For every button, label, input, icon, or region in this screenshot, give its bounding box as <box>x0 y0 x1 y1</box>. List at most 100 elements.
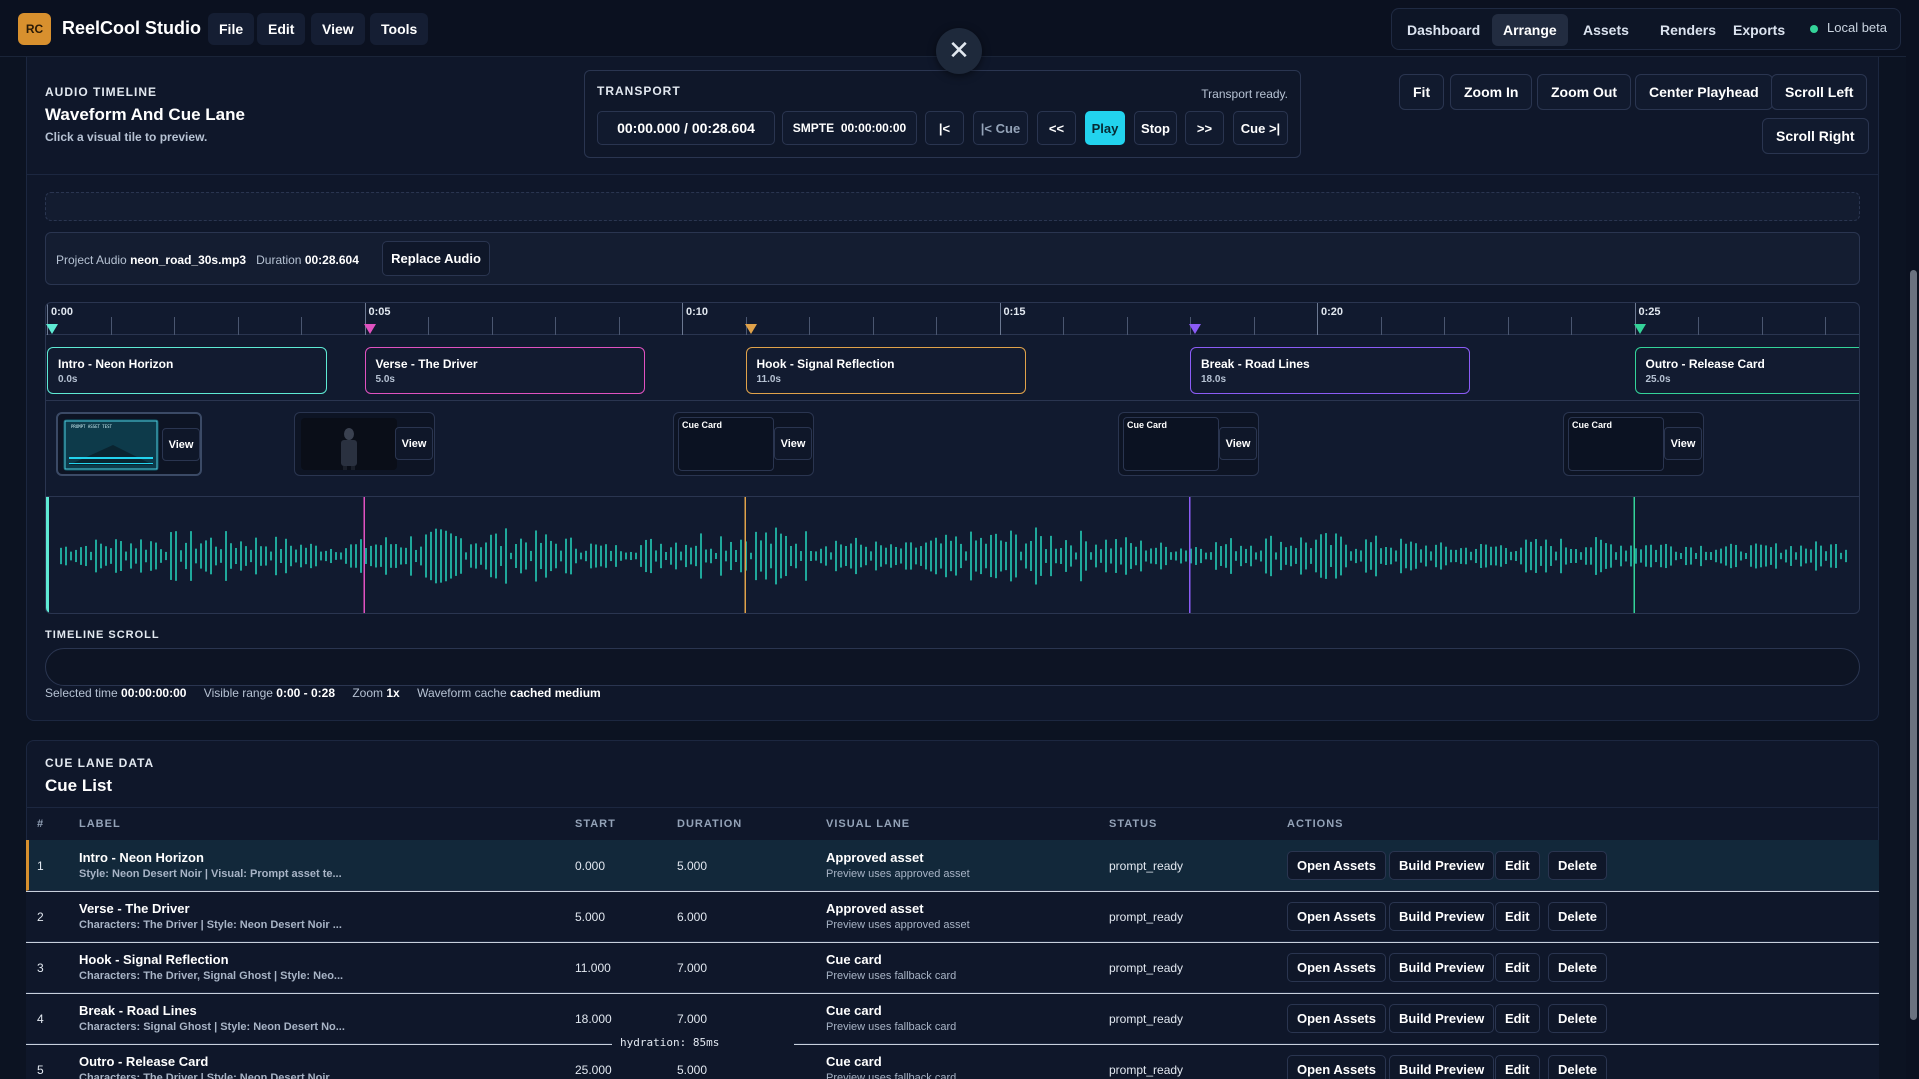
cue-boundary-line <box>1189 497 1191 613</box>
waveform-bar <box>220 549 222 563</box>
build-preview-button[interactable]: Build Preview <box>1389 1004 1495 1033</box>
row-duration: 5.000 <box>677 859 708 873</box>
nav-exports[interactable]: Exports <box>1722 14 1796 46</box>
waveform-bar <box>1825 551 1827 561</box>
app-name: ReelCool Studio <box>62 18 201 38</box>
transport-status: Transport ready. <box>1201 87 1288 101</box>
open-assets-button[interactable]: Open Assets <box>1287 953 1386 982</box>
cue-marker-icon[interactable] <box>1633 324 1646 334</box>
view-button[interactable]: View <box>162 428 200 461</box>
edit-button[interactable]: Edit <box>1495 1004 1540 1033</box>
build-preview-button[interactable]: Build Preview <box>1389 953 1495 982</box>
open-assets-button[interactable]: Open Assets <box>1287 902 1386 931</box>
waveform-bar <box>210 537 212 575</box>
open-assets-button[interactable]: Open Assets <box>1287 1004 1386 1033</box>
view-button[interactable]: View <box>774 427 812 460</box>
ruler-tick-label: 0:25 <box>1638 306 1661 318</box>
menu-file[interactable]: File <box>208 13 255 45</box>
edit-button[interactable]: Edit <box>1495 1055 1540 1079</box>
menu-edit[interactable]: Edit <box>257 13 306 45</box>
stop-button[interactable]: Stop <box>1134 111 1177 145</box>
rewind-button[interactable]: << <box>1037 111 1076 145</box>
cue-marker-icon[interactable] <box>46 324 58 334</box>
menu-view[interactable]: View <box>311 13 365 45</box>
menu-tools[interactable]: Tools <box>370 13 429 45</box>
scroll-left-button[interactable]: Scroll Left <box>1771 74 1868 110</box>
delete-button[interactable]: Delete <box>1548 953 1608 982</box>
waveform-bar <box>535 530 537 582</box>
cue-block[interactable]: Intro - Neon Horizon 0.0s <box>47 347 327 394</box>
cue-marker-icon[interactable] <box>363 324 376 334</box>
zoom-out-button[interactable]: Zoom Out <box>1537 74 1632 110</box>
delete-button[interactable]: Delete <box>1548 902 1608 931</box>
waveform-lane[interactable] <box>46 496 1860 614</box>
next-cue-button[interactable]: Cue >| <box>1233 111 1288 145</box>
open-assets-button[interactable]: Open Assets <box>1287 851 1386 880</box>
page-scrollbar-thumb[interactable] <box>1910 270 1917 1020</box>
go-to-start-button[interactable]: |< <box>925 111 964 145</box>
waveform-bar <box>840 544 842 568</box>
open-assets-button[interactable]: Open Assets <box>1287 1055 1386 1079</box>
cue-marker-icon[interactable] <box>744 324 757 334</box>
waveform[interactable] <box>46 497 1860 614</box>
replace-audio-button[interactable]: Replace Audio <box>382 241 490 276</box>
play-button[interactable]: Play <box>1085 111 1125 145</box>
cue-card-thumb[interactable]: Cue Card <box>678 417 774 471</box>
zoom-in-button[interactable]: Zoom In <box>1450 74 1533 110</box>
waveform-bar <box>1610 544 1612 568</box>
waveform-bar <box>390 544 392 568</box>
center-playhead-button[interactable]: Center Playhead <box>1635 74 1773 110</box>
visual-tile-2[interactable]: View <box>294 412 435 476</box>
delete-button[interactable]: Delete <box>1548 851 1608 880</box>
cue-card-thumb[interactable]: Cue Card <box>1123 417 1219 471</box>
fast-forward-button[interactable]: >> <box>1185 111 1224 145</box>
build-preview-button[interactable]: Build Preview <box>1389 851 1495 880</box>
close-icon[interactable]: ✕ <box>936 28 982 74</box>
cue-block[interactable]: Break - Road Lines 18.0s <box>1190 347 1470 394</box>
edit-button[interactable]: Edit <box>1495 851 1540 880</box>
waveform-bar <box>895 546 897 566</box>
cue-block[interactable]: Outro - Release Card 25.0s <box>1634 347 1859 394</box>
waveform-bar <box>485 542 487 570</box>
fit-button[interactable]: Fit <box>1399 74 1445 110</box>
tile-thumbnail[interactable] <box>301 418 397 470</box>
drop-zone[interactable] <box>45 192 1860 221</box>
cue-block[interactable]: Hook - Signal Reflection 11.0s <box>745 347 1026 394</box>
view-button[interactable]: View <box>395 427 433 460</box>
waveform-bar <box>275 536 277 576</box>
visual-tile-4[interactable]: Cue Card View <box>1118 412 1259 476</box>
time-ruler[interactable]: 0:00 0:05 0:10 0:15 0:20 0:25 <box>46 303 1859 335</box>
cue-marker-icon[interactable] <box>1189 324 1201 334</box>
waveform-bar <box>310 543 312 569</box>
cue-card-thumb[interactable]: Cue Card <box>1568 417 1664 471</box>
waveform-bar <box>1525 539 1527 573</box>
scroll-right-button[interactable]: Scroll Right <box>1762 118 1869 154</box>
waveform-bar <box>240 541 242 571</box>
row-number: 2 <box>37 910 44 924</box>
visual-tile-3[interactable]: Cue Card View <box>673 412 814 476</box>
cue-block[interactable]: Verse - The Driver 5.0s <box>364 347 645 394</box>
nav-arrange[interactable]: Arrange <box>1492 14 1568 46</box>
waveform-bar <box>295 549 297 563</box>
nav-assets[interactable]: Assets <box>1572 14 1640 46</box>
visual-tile-5[interactable]: Cue Card View <box>1563 412 1704 476</box>
waveform-bar <box>1815 541 1817 571</box>
nav-renders[interactable]: Renders <box>1649 14 1727 46</box>
edit-button[interactable]: Edit <box>1495 953 1540 982</box>
delete-button[interactable]: Delete <box>1548 1055 1608 1079</box>
build-preview-button[interactable]: Build Preview <box>1389 1055 1495 1079</box>
build-preview-button[interactable]: Build Preview <box>1389 902 1495 931</box>
previous-cue-button[interactable]: |< Cue <box>973 111 1028 145</box>
view-button[interactable]: View <box>1219 427 1257 460</box>
timeline-scroll-track[interactable] <box>45 648 1860 686</box>
visual-tile-1[interactable]: PROMPT ASSET TEST View <box>56 412 202 476</box>
delete-button[interactable]: Delete <box>1548 1004 1608 1033</box>
edit-button[interactable]: Edit <box>1495 902 1540 931</box>
waveform-bar <box>1090 552 1092 560</box>
waveform-bar <box>290 545 292 567</box>
timeline[interactable]: 0:00 0:05 0:10 0:15 0:20 0:25 Intro - Neon Ho… <box>45 302 1860 614</box>
waveform-bar <box>245 546 247 566</box>
view-button[interactable]: View <box>1664 427 1702 460</box>
nav-dashboard[interactable]: Dashboard <box>1396 14 1491 46</box>
tile-thumbnail[interactable]: PROMPT ASSET TEST <box>63 419 159 471</box>
